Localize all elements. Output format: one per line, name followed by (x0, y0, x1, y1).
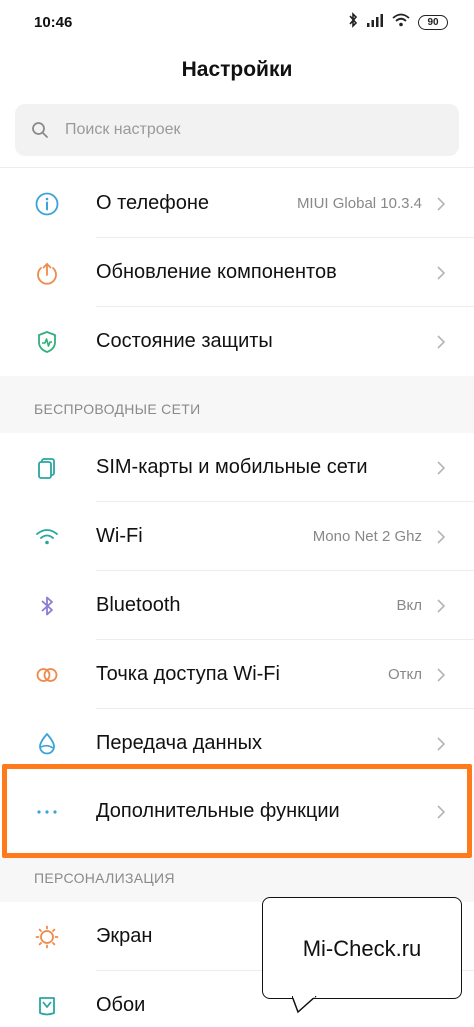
chevron-right-icon (436, 598, 448, 614)
watermark-text: Mi-Check.ru (302, 936, 422, 961)
sim-card-icon (33, 454, 61, 482)
row-label: SIM-карты и мобильные сети (96, 456, 368, 478)
row-label: Обновление компонентов (96, 261, 337, 283)
row-label: Точка доступа Wi-Fi (96, 663, 280, 685)
watermark-callout: Mi-Check.ru (262, 897, 462, 999)
row-label: Обои (96, 994, 146, 1016)
status-icons: 90 (348, 11, 448, 33)
bluetooth-icon (33, 592, 61, 620)
wifi-icon (33, 523, 61, 551)
battery-indicator: 90 (418, 14, 448, 30)
callout-tail (292, 996, 317, 1014)
wifi-status-icon (392, 13, 410, 32)
row-value: Вкл (396, 597, 423, 614)
shield-icon (33, 328, 61, 356)
section-title: БЕСПРОВОДНЫЕ СЕТИ (34, 401, 201, 417)
chevron-right-icon (436, 460, 448, 476)
section-header-personalization: ПЕРСОНАЛИЗАЦИЯ (0, 858, 474, 902)
data-drop-icon (33, 730, 61, 758)
hotspot-icon (33, 661, 61, 689)
chevron-right-icon (436, 667, 448, 683)
wallpaper-icon (33, 992, 61, 1020)
section-title: ПЕРСОНАЛИЗАЦИЯ (34, 870, 175, 886)
search-bar[interactable] (15, 104, 459, 156)
row-value: MIUI Global 10.3.4 (296, 195, 422, 212)
row-about-phone[interactable]: О телефоне MIUI Global 10.3.4 (0, 169, 474, 238)
row-label: Передача данных (96, 732, 263, 754)
row-label: Экран (96, 925, 153, 947)
row-value: Mono Net 2 Ghz (312, 528, 422, 545)
update-arrow-icon (33, 259, 61, 287)
row-sim-cards[interactable]: SIM-карты и мобильные сети (0, 433, 474, 502)
chevron-right-icon (436, 265, 448, 281)
signal-icon (366, 13, 384, 32)
page-title: Настройки (181, 58, 293, 81)
divider (0, 167, 474, 168)
section-header-wireless: БЕСПРОВОДНЫЕ СЕТИ (0, 376, 474, 433)
row-hotspot[interactable]: Точка доступа Wi-Fi Откл (0, 640, 474, 709)
row-component-update[interactable]: Обновление компонентов (0, 238, 474, 307)
info-icon (33, 190, 61, 218)
chevron-right-icon (436, 334, 448, 350)
row-label: О телефоне (96, 192, 210, 214)
row-label: Wi-Fi (96, 525, 143, 547)
chevron-right-icon (436, 736, 448, 752)
display-sun-icon (33, 923, 61, 951)
row-label: Состояние защиты (96, 330, 273, 352)
row-bluetooth[interactable]: Bluetooth Вкл (0, 571, 474, 640)
search-input[interactable] (65, 121, 425, 139)
row-protection-status[interactable]: Состояние защиты (0, 307, 474, 376)
search-icon (31, 120, 51, 140)
status-bar: 10:46 90 (0, 0, 474, 46)
bluetooth-status-icon (348, 11, 358, 33)
chevron-right-icon (436, 196, 448, 212)
row-value: Откл (387, 666, 422, 683)
chevron-right-icon (436, 529, 448, 545)
row-label: Bluetooth (96, 594, 181, 616)
row-wifi[interactable]: Wi-Fi Mono Net 2 Ghz (0, 502, 474, 571)
highlight-frame (2, 764, 472, 858)
status-time: 10:46 (34, 14, 73, 31)
